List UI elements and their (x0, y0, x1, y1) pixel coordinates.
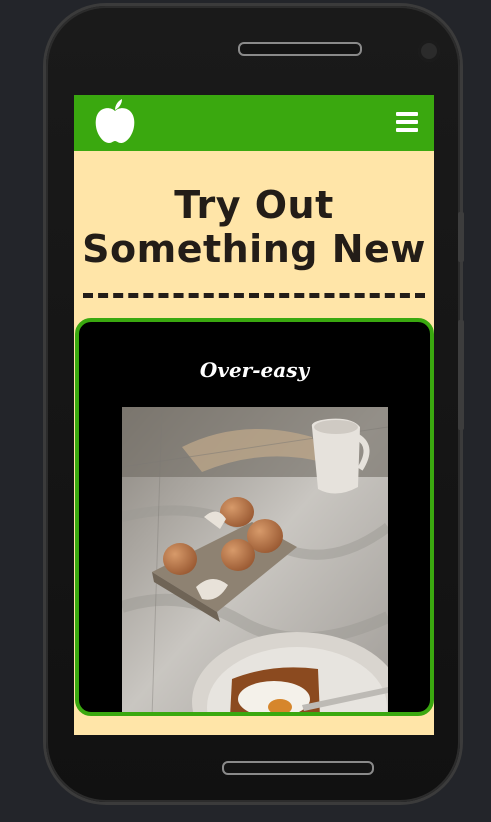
phone-camera (418, 40, 440, 62)
phone-screen: Try Out Something New Over-easy (74, 95, 434, 735)
page-title: Try Out Something New (74, 151, 434, 271)
card-title: Over-easy (199, 358, 310, 382)
hamburger-line (396, 120, 418, 124)
apple-icon[interactable] (92, 97, 138, 147)
title-line-1: Try Out (174, 183, 334, 227)
navbar (74, 95, 434, 151)
title-line-2: Something New (82, 227, 426, 271)
power-button (458, 320, 464, 430)
phone-home-bar (222, 761, 374, 775)
volume-button (458, 212, 464, 262)
recipe-card[interactable]: Over-easy (75, 318, 434, 716)
hamburger-menu-icon[interactable] (396, 112, 418, 132)
dashed-divider (83, 293, 425, 298)
eggs-breakfast-photo (122, 407, 388, 712)
hamburger-line (396, 112, 418, 116)
desktop-background: Try Out Something New Over-easy (0, 0, 491, 822)
hamburger-line (396, 128, 418, 132)
phone-speaker (238, 42, 362, 56)
